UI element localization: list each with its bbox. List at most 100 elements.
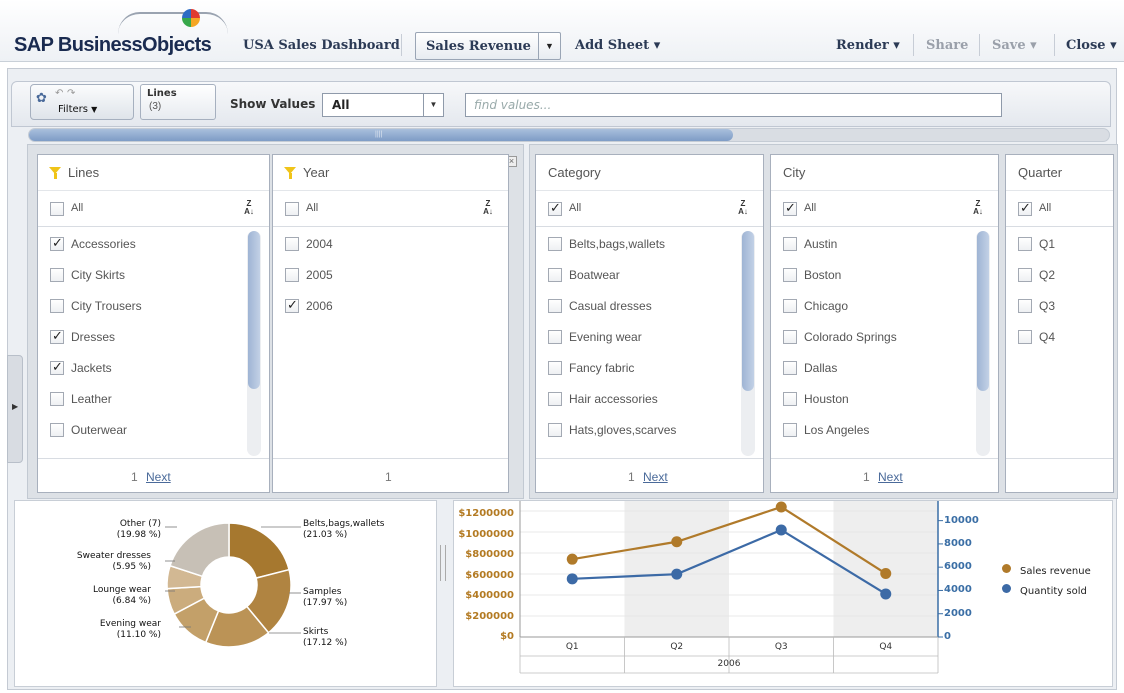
item-checkbox[interactable] bbox=[1018, 268, 1032, 282]
item-checkbox[interactable] bbox=[50, 299, 64, 313]
list-item[interactable]: Leather bbox=[38, 392, 245, 422]
item-checkbox[interactable] bbox=[783, 392, 797, 406]
next-page-link[interactable]: Next bbox=[643, 470, 668, 484]
list-item[interactable]: Evening wear bbox=[536, 330, 739, 360]
donut-slice[interactable] bbox=[228, 522, 290, 580]
select-all-checkbox[interactable] bbox=[1018, 200, 1032, 216]
item-checkbox[interactable] bbox=[783, 299, 797, 313]
list-item[interactable]: Accessories bbox=[38, 235, 245, 267]
item-checkbox[interactable] bbox=[548, 268, 562, 282]
list-item[interactable]: Hair accessories bbox=[536, 392, 739, 422]
show-values-select[interactable]: All ▼ bbox=[322, 93, 444, 117]
list-item[interactable]: City Trousers bbox=[38, 299, 245, 329]
add-sheet-menu[interactable]: Add Sheet ▾ bbox=[575, 38, 660, 53]
sort-za-icon[interactable]: Z A↓ bbox=[737, 200, 749, 218]
list-item[interactable]: Dallas bbox=[771, 361, 974, 391]
vertical-scrollbar[interactable] bbox=[741, 231, 755, 456]
item-checkbox[interactable] bbox=[50, 268, 64, 282]
list-item[interactable]: 2004 bbox=[273, 237, 484, 267]
item-checkbox[interactable] bbox=[50, 423, 64, 437]
vertical-scrollbar[interactable] bbox=[976, 231, 990, 456]
donut-slice[interactable] bbox=[169, 522, 230, 578]
list-item[interactable]: Chicago bbox=[771, 299, 974, 329]
select-all-checkbox[interactable] bbox=[285, 202, 299, 216]
item-checkbox[interactable] bbox=[285, 297, 299, 313]
item-checkbox[interactable] bbox=[548, 299, 562, 313]
select-all-row[interactable]: All bbox=[1006, 191, 1113, 227]
list-item[interactable]: Boatwear bbox=[536, 268, 739, 298]
item-checkbox[interactable] bbox=[1018, 237, 1032, 251]
item-checkbox[interactable] bbox=[548, 423, 562, 437]
item-checkbox[interactable] bbox=[50, 328, 64, 344]
list-item[interactable]: Colorado Springs bbox=[771, 330, 974, 360]
data-point[interactable] bbox=[671, 536, 683, 548]
find-values-input[interactable]: find values... bbox=[465, 93, 1002, 117]
list-item[interactable]: City Skirts bbox=[38, 268, 245, 298]
list-item[interactable]: 2006 bbox=[273, 297, 484, 329]
data-point[interactable] bbox=[880, 568, 892, 580]
side-panel-toggle[interactable]: ▶ bbox=[7, 355, 23, 463]
share-button[interactable]: Share bbox=[926, 38, 968, 53]
tab-lines[interactable]: Lines (3) bbox=[140, 84, 216, 120]
filter-settings-icon[interactable]: ✿ bbox=[36, 90, 47, 106]
list-item[interactable]: Los Angeles bbox=[771, 423, 974, 453]
data-point[interactable] bbox=[775, 524, 787, 536]
dashboard-title[interactable]: USA Sales Dashboard bbox=[243, 38, 400, 53]
item-checkbox[interactable] bbox=[285, 268, 299, 282]
list-item[interactable]: Hats,gloves,scarves bbox=[536, 423, 739, 453]
list-item[interactable]: Q2 bbox=[1006, 268, 1089, 298]
scrollbar-thumb[interactable] bbox=[742, 231, 754, 391]
redo-icon[interactable]: ↷ bbox=[67, 88, 75, 99]
list-item[interactable]: Casual dresses bbox=[536, 299, 739, 329]
sheet-selector[interactable]: Sales Revenue ▼ bbox=[415, 32, 561, 60]
close-menu[interactable]: Close ▾ bbox=[1066, 38, 1117, 53]
item-checkbox[interactable] bbox=[783, 268, 797, 282]
select-all-row[interactable]: All ZA↓ bbox=[38, 191, 269, 227]
chevron-down-icon[interactable]: ▼ bbox=[538, 33, 560, 59]
select-all-row[interactable]: All ZA↓ bbox=[771, 191, 998, 227]
list-item[interactable]: Jackets bbox=[38, 359, 245, 391]
list-item[interactable]: Austin bbox=[771, 237, 974, 267]
item-checkbox[interactable] bbox=[285, 237, 299, 251]
list-item[interactable]: Dresses bbox=[38, 328, 245, 360]
list-item[interactable]: 2005 bbox=[273, 268, 484, 298]
list-item[interactable]: Belts,bags,wallets bbox=[536, 237, 739, 267]
list-item[interactable]: Q1 bbox=[1006, 237, 1089, 267]
item-checkbox[interactable] bbox=[50, 392, 64, 406]
item-checkbox[interactable] bbox=[783, 330, 797, 344]
scrollbar-thumb[interactable] bbox=[248, 231, 260, 389]
list-item[interactable]: Q4 bbox=[1006, 330, 1089, 360]
item-checkbox[interactable] bbox=[783, 423, 797, 437]
list-item[interactable]: Outerwear bbox=[38, 423, 245, 453]
item-checkbox[interactable] bbox=[548, 361, 562, 375]
next-page-link[interactable]: Next bbox=[878, 470, 903, 484]
item-checkbox[interactable] bbox=[1018, 299, 1032, 313]
item-checkbox[interactable] bbox=[1018, 330, 1032, 344]
item-checkbox[interactable] bbox=[548, 237, 562, 251]
data-point[interactable] bbox=[880, 588, 892, 600]
save-menu[interactable]: Save ▾ bbox=[992, 38, 1037, 53]
list-item[interactable]: Q3 bbox=[1006, 299, 1089, 329]
data-point[interactable] bbox=[775, 501, 787, 513]
horizontal-scrollbar[interactable]: |||| bbox=[28, 128, 1110, 142]
scrollbar-thumb[interactable] bbox=[977, 231, 989, 391]
chart-splitter[interactable] bbox=[440, 545, 446, 581]
data-point[interactable] bbox=[566, 573, 578, 585]
item-checkbox[interactable] bbox=[548, 392, 562, 406]
item-checkbox[interactable] bbox=[548, 330, 562, 344]
render-menu[interactable]: Render ▾ bbox=[836, 38, 900, 53]
sort-za-icon[interactable]: Z A↓ bbox=[972, 200, 984, 218]
item-checkbox[interactable] bbox=[783, 237, 797, 251]
select-all-checkbox[interactable] bbox=[783, 200, 797, 216]
item-checkbox[interactable] bbox=[50, 235, 64, 251]
undo-icon[interactable]: ↶ bbox=[55, 88, 63, 99]
select-all-checkbox[interactable] bbox=[50, 202, 64, 216]
select-all-row[interactable]: All ZA↓ bbox=[273, 191, 508, 227]
filters-button[interactable]: Filters ▼ bbox=[58, 104, 97, 115]
select-all-checkbox[interactable] bbox=[548, 200, 562, 216]
item-checkbox[interactable] bbox=[783, 361, 797, 375]
list-item[interactable]: Boston bbox=[771, 268, 974, 298]
select-all-row[interactable]: All ZA↓ bbox=[536, 191, 763, 227]
sort-za-icon[interactable]: Z A↓ bbox=[482, 200, 494, 218]
chevron-down-icon[interactable]: ▼ bbox=[423, 94, 443, 116]
